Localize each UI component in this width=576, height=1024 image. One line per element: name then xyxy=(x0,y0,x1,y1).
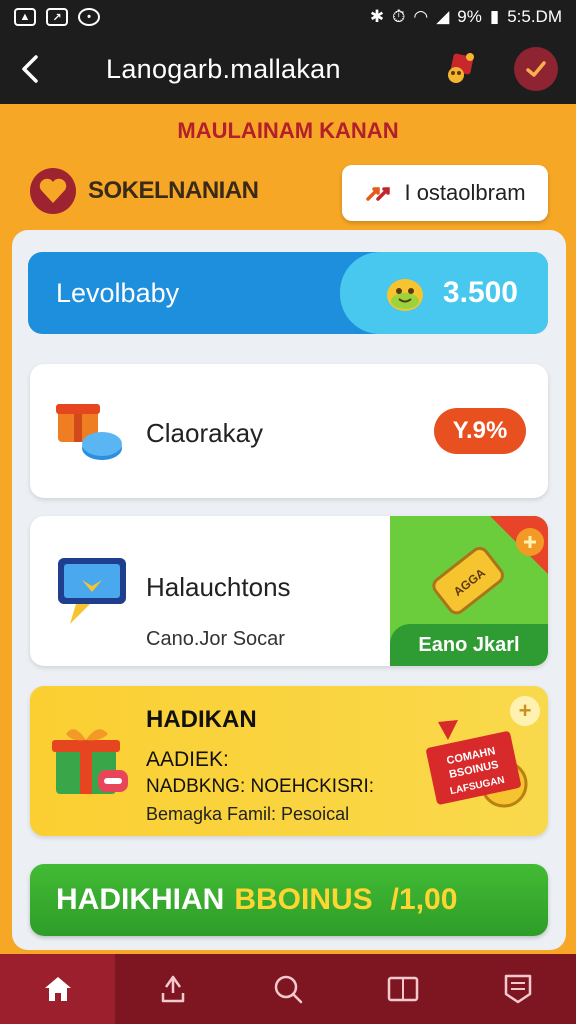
install-button[interactable]: I ostaolbram xyxy=(342,165,548,221)
bonus-cta-button[interactable]: HADIKHIAN BBOINUS /1,00 xyxy=(30,864,548,936)
status-notifications: ▲ ↗ • xyxy=(14,8,100,26)
bonus-line-2: NADBKNG: NOEHCKISRI: xyxy=(146,776,375,797)
gallery-notification-icon: ▲ xyxy=(14,8,36,26)
bonus-card[interactable]: HADIKAN AADIEK: NADBKNG: NOEHCKISRI: Bem… xyxy=(30,686,548,836)
bluetooth-icon: ✱ xyxy=(369,7,385,26)
percent-badge: Y.9% xyxy=(434,408,526,454)
status-bar: ▲ ↗ • ✱ ⏱ ◠ ◢ 9% ▮ 5:5.DM xyxy=(0,0,576,34)
heart-icon xyxy=(39,178,67,203)
daily-title: Claorakay xyxy=(146,418,264,448)
receipt-icon xyxy=(505,974,532,1004)
bonus-line-1: AADIEK: xyxy=(146,748,229,771)
back-button[interactable] xyxy=(0,34,60,104)
ticket-icon: AGGA xyxy=(432,546,504,615)
hal-card[interactable]: Halauchtons Cano.Jor Socar AGGA Eano Jka… xyxy=(30,516,548,666)
add-bonus-button[interactable]: + xyxy=(510,696,540,726)
checkmark-icon xyxy=(526,61,546,77)
battery-percent: 9% xyxy=(457,7,482,26)
search-icon xyxy=(274,975,303,1004)
alarm-icon: ⏱ xyxy=(392,7,406,26)
bottom-nav xyxy=(0,954,576,1024)
hal-title: Halauchtons xyxy=(146,572,291,602)
nav-home[interactable] xyxy=(0,954,116,1024)
status-indicators: ✱ ⏱ ◠ ◢ 9% ▮ 5:5.DM xyxy=(370,7,562,27)
tv-chat-icon xyxy=(58,558,126,624)
hal-subtitle: Cano.Jor Socar xyxy=(146,628,285,650)
trend-notification-icon: ↗ xyxy=(46,8,68,26)
gift-icon xyxy=(448,53,474,83)
nav-search[interactable] xyxy=(230,954,345,1024)
chevron-left-icon xyxy=(22,55,38,83)
heart-badge-icon xyxy=(30,168,76,214)
present-icon xyxy=(52,729,128,794)
level-value: 3.500 xyxy=(442,276,518,309)
gift-box-icon xyxy=(56,404,122,460)
level-value-pill: 3.500 xyxy=(340,252,548,334)
hal-promo-button[interactable]: Eano Jkarl xyxy=(390,624,548,666)
coin-face-icon xyxy=(386,279,423,311)
bonus-heading: HADIKAN xyxy=(146,706,257,733)
nav-library[interactable] xyxy=(346,954,461,1024)
install-button-label: I ostaolbram xyxy=(404,180,526,205)
wifi-icon: ◠ xyxy=(413,7,429,26)
battery-icon: ▮ xyxy=(489,7,500,26)
level-label: Levolbaby xyxy=(56,278,180,308)
hal-promo: AGGA Eano Jkarl xyxy=(390,516,548,666)
signal-icon: ◢ xyxy=(436,7,450,26)
clock: 5:5.DM xyxy=(507,7,562,26)
bonus-line-3: Bemagka Famil: Pesoical xyxy=(146,804,350,824)
cta-amount: /1,00 xyxy=(390,883,458,916)
gift-button[interactable] xyxy=(438,47,482,91)
app-bar: Lanogarb.mallakan xyxy=(0,34,576,104)
daily-card[interactable]: Claorakay Y.9% xyxy=(30,364,548,498)
bonus-sticker-icon: COMAHN BSOINUS LAFSUGAN xyxy=(426,720,528,808)
level-bar[interactable]: Levolbaby 3.500 xyxy=(28,252,548,334)
brand-label: SOKELNANIAN xyxy=(88,177,259,204)
cta-label-highlight: BBOINUS xyxy=(234,883,373,916)
nav-receipts[interactable] xyxy=(461,954,576,1024)
nav-upload[interactable] xyxy=(115,954,230,1024)
arrows-icon xyxy=(366,187,391,201)
home-icon xyxy=(44,977,71,1001)
brand-row: SOKELNANIAN xyxy=(30,168,259,214)
promo-title: MAULAINAM KANAN xyxy=(177,118,399,143)
check-button[interactable] xyxy=(514,47,558,91)
chat-notification-icon: • xyxy=(78,8,100,26)
cta-label: HADIKHIAN xyxy=(56,883,225,916)
book-icon xyxy=(387,976,419,1002)
app-title: Lanogarb.mallakan xyxy=(106,53,341,84)
upload-icon xyxy=(161,975,185,1003)
